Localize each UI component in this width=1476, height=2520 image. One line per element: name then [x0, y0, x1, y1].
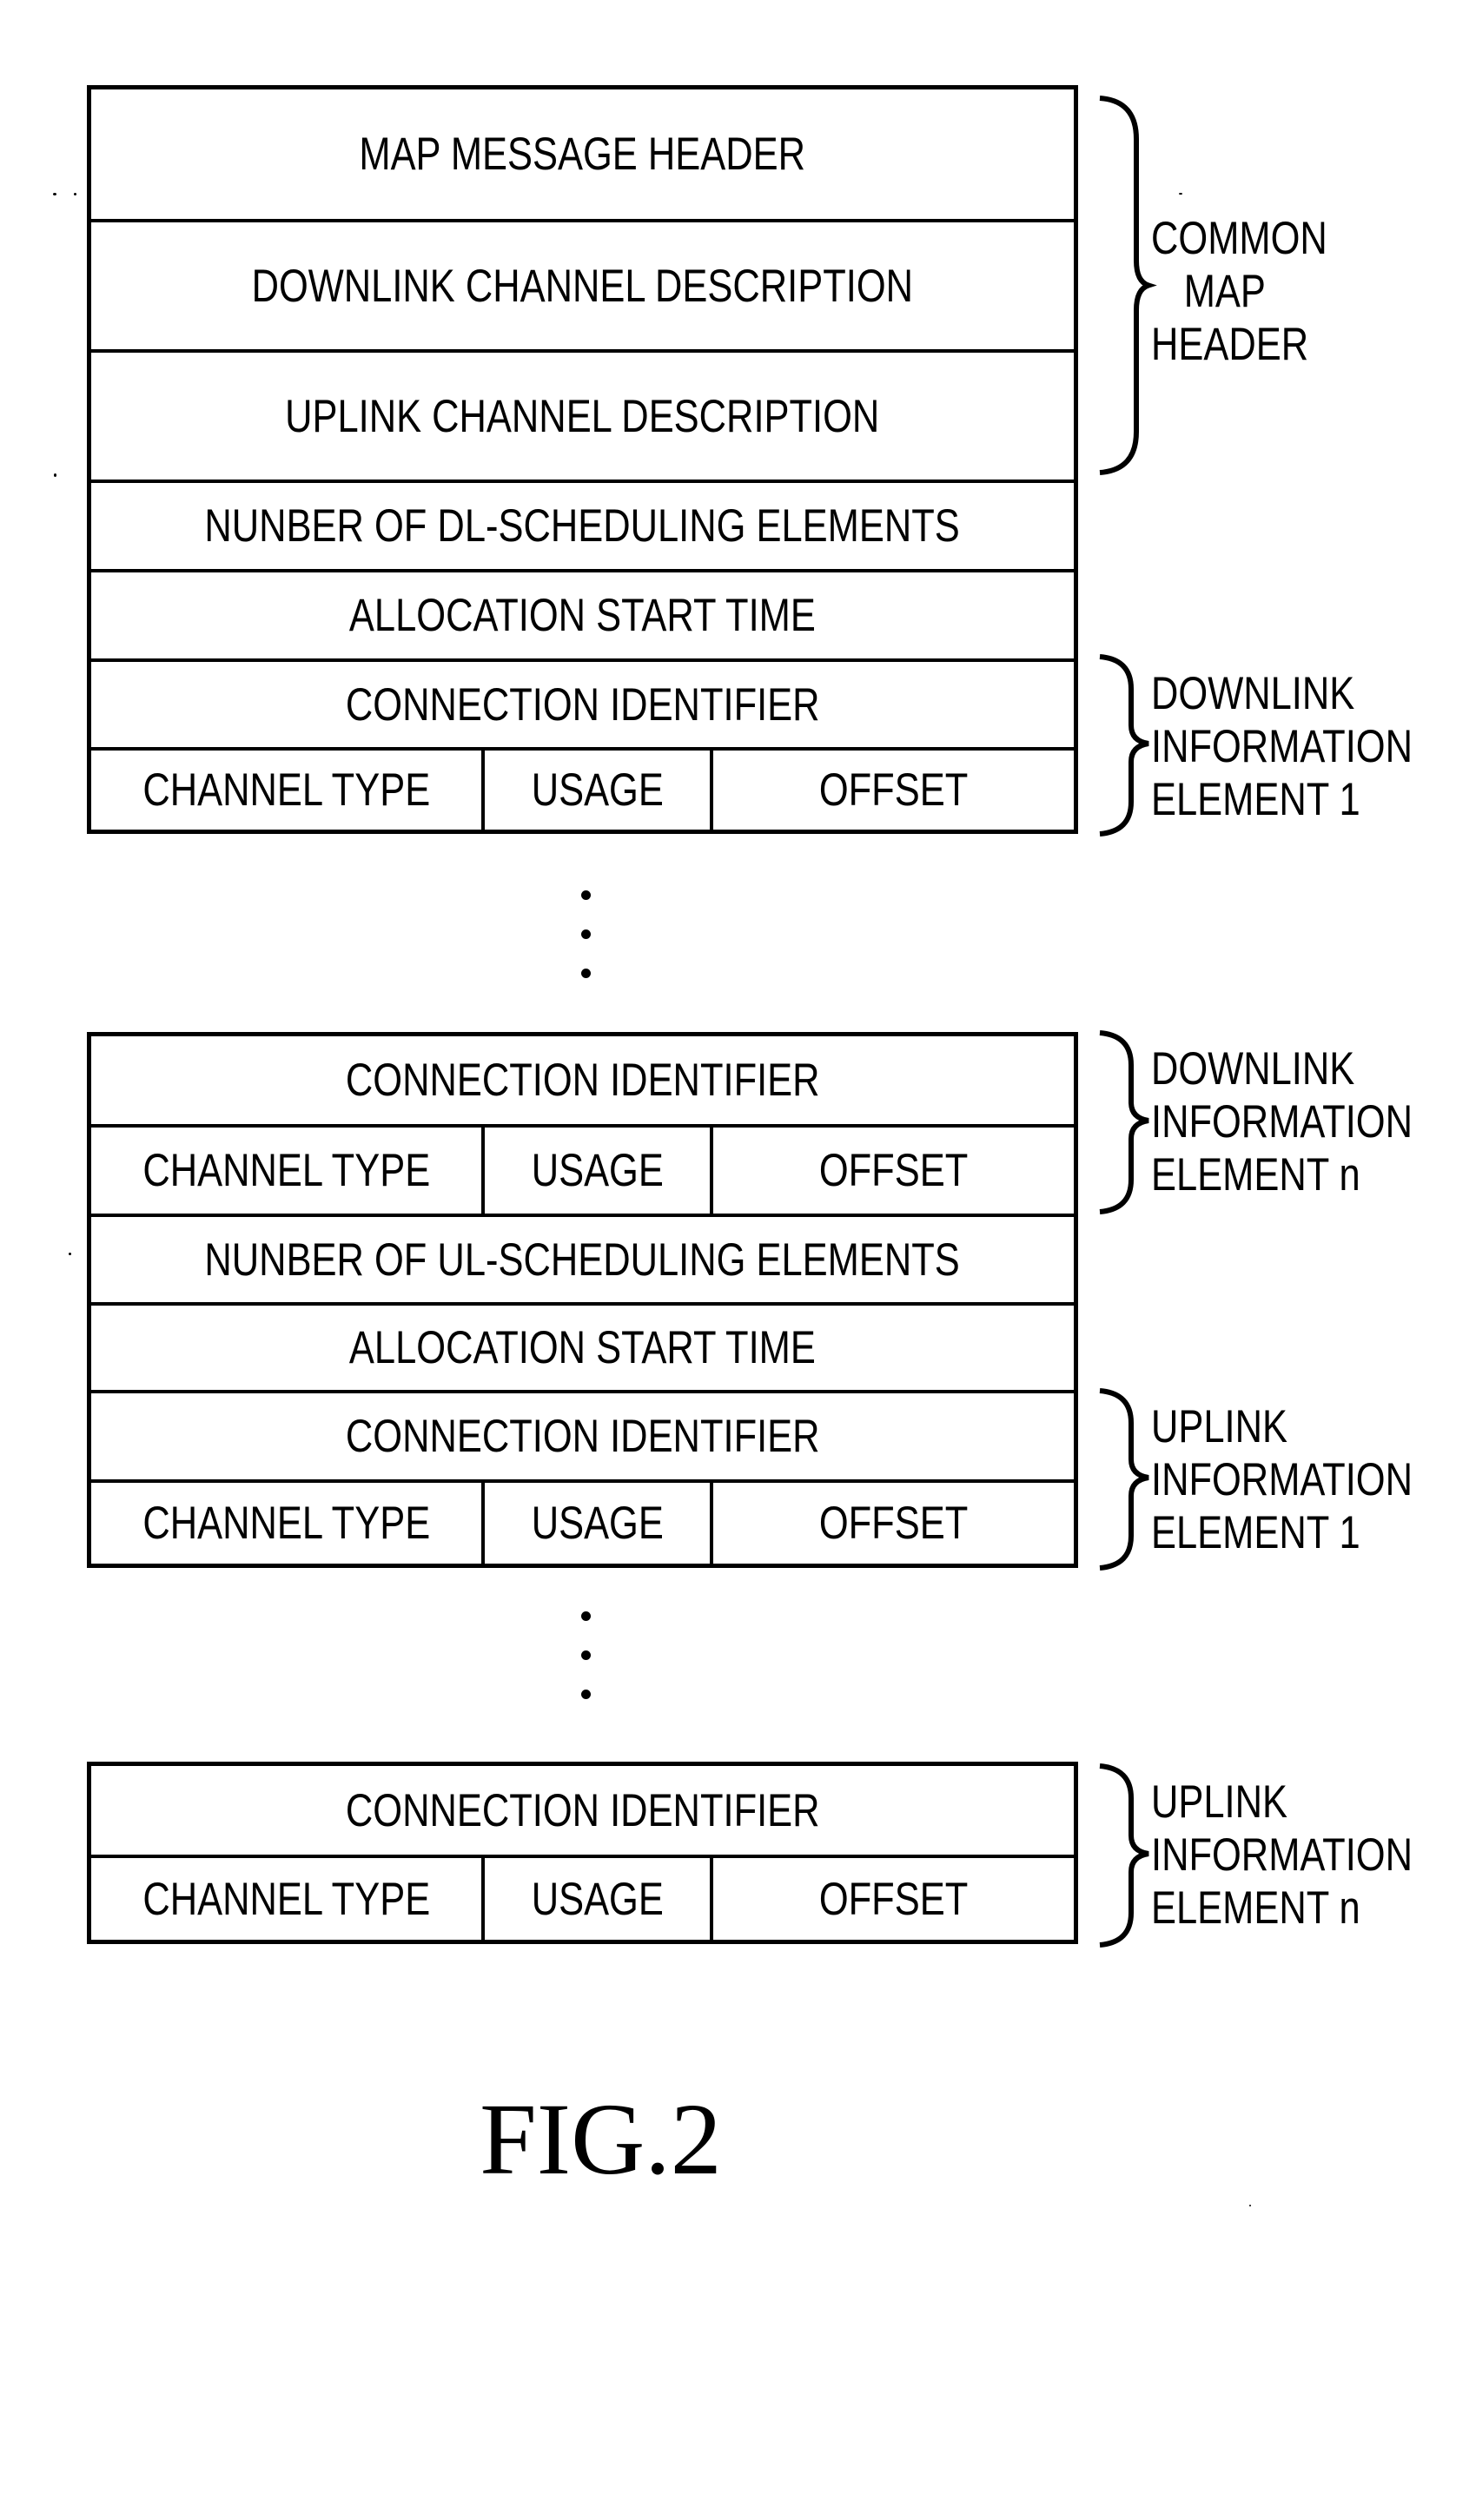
ul-allocation-start-time-text: ALLOCATION START TIME — [349, 1322, 816, 1373]
scan-speck — [53, 193, 56, 195]
usage-text: USAGE — [531, 1873, 664, 1925]
ul-allocation-start-time-row: ALLOCATION START TIME — [91, 1302, 1074, 1390]
uplink-element-1-brace — [1096, 1388, 1149, 1571]
ul-scheduling-count-text: NUNBER OF UL-SCHEDULING ELEMENTS — [204, 1234, 961, 1286]
dl-element-1-connection-identifier-row: CONNECTION IDENTIFIER — [91, 658, 1074, 747]
channel-type-text: CHANNEL TYPE — [142, 1145, 430, 1196]
ellipsis-dot — [581, 1690, 591, 1699]
usage-cell: USAGE — [481, 1483, 710, 1564]
ul-element-n-connection-identifier-row: CONNECTION IDENTIFIER — [91, 1766, 1074, 1855]
map-message-header-row: MAP MESSAGE HEADER — [91, 89, 1074, 219]
channel-type-text: CHANNEL TYPE — [142, 1498, 430, 1549]
uplink-channel-description-row: UPLINK CHANNEL DESCRIPTION — [91, 349, 1074, 480]
dl-element-1-fields-row: CHANNEL TYPE USAGE OFFSET — [91, 747, 1074, 830]
ellipsis-dot — [581, 929, 591, 939]
connection-identifier-text: CONNECTION IDENTIFIER — [345, 1411, 820, 1462]
label-line: MAP — [1183, 266, 1266, 317]
uplink-element-n-brace — [1096, 1763, 1149, 1948]
scan-speck — [1179, 193, 1182, 195]
label-line: COMMON — [1151, 213, 1327, 264]
brace-path — [1099, 96, 1157, 475]
dl-allocation-start-time-row: ALLOCATION START TIME — [91, 569, 1074, 658]
map-message-block-top: MAP MESSAGE HEADER DOWNLINK CHANNEL DESC… — [87, 85, 1078, 834]
label-line: ELEMENT 1 — [1151, 1507, 1360, 1558]
uplink-element-1-label: UPLINK INFORMATION ELEMENT 1 — [1151, 1400, 1470, 1559]
label-line: INFORMATION — [1151, 1454, 1413, 1505]
downlink-element-n-label: DOWNLINK INFORMATION ELEMENT n — [1151, 1042, 1470, 1201]
offset-text: OFFSET — [818, 1873, 969, 1925]
uplink-element-n-label: UPLINK INFORMATION ELEMENT n — [1151, 1776, 1470, 1935]
usage-cell: USAGE — [481, 1858, 710, 1940]
label-line: DOWNLINK — [1151, 1043, 1355, 1095]
dl-element-n-fields-row: CHANNEL TYPE USAGE OFFSET — [91, 1124, 1074, 1214]
dl-scheduling-count-text: NUNBER OF DL-SCHEDULING ELEMENTS — [204, 500, 961, 552]
label-line: INFORMATION — [1151, 1829, 1413, 1881]
usage-text: USAGE — [531, 764, 664, 816]
offset-text: OFFSET — [818, 1498, 969, 1549]
usage-cell: USAGE — [481, 751, 710, 830]
downlink-element-1-brace — [1096, 654, 1149, 837]
label-line: INFORMATION — [1151, 1096, 1413, 1148]
downlink-channel-description-text: DOWNLINK CHANNEL DESCRIPTION — [251, 260, 914, 312]
offset-cell: OFFSET — [710, 751, 1074, 830]
channel-type-cell: CHANNEL TYPE — [91, 1483, 481, 1564]
dl-element-n-connection-identifier-row: CONNECTION IDENTIFIER — [91, 1036, 1074, 1124]
figure-caption: FIG.2 — [480, 2082, 722, 2196]
scan-speck — [1249, 2205, 1251, 2206]
brace-path — [1099, 1388, 1149, 1571]
offset-text: OFFSET — [818, 764, 969, 816]
offset-cell: OFFSET — [710, 1128, 1074, 1214]
brace-path — [1099, 1763, 1149, 1948]
label-line: ELEMENT 1 — [1151, 774, 1360, 825]
channel-type-text: CHANNEL TYPE — [142, 764, 430, 816]
dl-allocation-start-time-text: ALLOCATION START TIME — [349, 590, 816, 641]
common-map-header-label: COMMON MAP HEADER — [1151, 212, 1366, 371]
downlink-element-n-brace — [1096, 1030, 1149, 1214]
label-line: UPLINK — [1151, 1401, 1287, 1452]
map-message-header-text: MAP MESSAGE HEADER — [359, 129, 806, 180]
common-map-header-brace — [1096, 96, 1157, 475]
channel-type-text: CHANNEL TYPE — [142, 1873, 430, 1925]
label-line: HEADER — [1151, 319, 1309, 370]
label-line: INFORMATION — [1151, 721, 1413, 772]
scan-speck — [74, 193, 76, 195]
ul-scheduling-count-row: NUNBER OF UL-SCHEDULING ELEMENTS — [91, 1214, 1074, 1302]
label-line: UPLINK — [1151, 1776, 1287, 1828]
usage-text: USAGE — [531, 1145, 664, 1196]
ul-element-1-connection-identifier-row: CONNECTION IDENTIFIER — [91, 1390, 1074, 1479]
connection-identifier-text: CONNECTION IDENTIFIER — [345, 1055, 820, 1106]
ellipsis-dot — [581, 890, 591, 900]
usage-cell: USAGE — [481, 1128, 710, 1214]
ellipsis-dot — [581, 1650, 591, 1660]
connection-identifier-text: CONNECTION IDENTIFIER — [345, 678, 820, 731]
label-line: ELEMENT n — [1151, 1149, 1360, 1200]
ul-element-n-fields-row: CHANNEL TYPE USAGE OFFSET — [91, 1855, 1074, 1940]
label-line: DOWNLINK — [1151, 668, 1355, 719]
ellipsis-dot — [581, 969, 591, 978]
offset-cell: OFFSET — [710, 1858, 1074, 1940]
ul-element-1-fields-row: CHANNEL TYPE USAGE OFFSET — [91, 1479, 1074, 1564]
channel-type-cell: CHANNEL TYPE — [91, 1858, 481, 1940]
channel-type-cell: CHANNEL TYPE — [91, 1128, 481, 1214]
usage-text: USAGE — [531, 1498, 664, 1549]
downlink-element-1-label: DOWNLINK INFORMATION ELEMENT 1 — [1151, 667, 1470, 826]
brace-path — [1099, 654, 1149, 837]
map-message-block-middle: CONNECTION IDENTIFIER CHANNEL TYPE USAGE… — [87, 1032, 1078, 1568]
offset-cell: OFFSET — [710, 1483, 1074, 1564]
connection-identifier-text: CONNECTION IDENTIFIER — [345, 1784, 820, 1836]
map-message-block-bottom: CONNECTION IDENTIFIER CHANNEL TYPE USAGE… — [87, 1762, 1078, 1944]
brace-path — [1099, 1030, 1149, 1214]
scan-speck — [69, 1253, 71, 1255]
offset-text: OFFSET — [818, 1145, 969, 1196]
ellipsis-dot — [581, 1611, 591, 1621]
uplink-channel-description-text: UPLINK CHANNEL DESCRIPTION — [285, 390, 880, 442]
downlink-channel-description-row: DOWNLINK CHANNEL DESCRIPTION — [91, 219, 1074, 349]
channel-type-cell: CHANNEL TYPE — [91, 751, 481, 830]
scan-speck — [54, 473, 56, 477]
label-line: ELEMENT n — [1151, 1882, 1360, 1934]
dl-scheduling-count-row: NUNBER OF DL-SCHEDULING ELEMENTS — [91, 480, 1074, 569]
